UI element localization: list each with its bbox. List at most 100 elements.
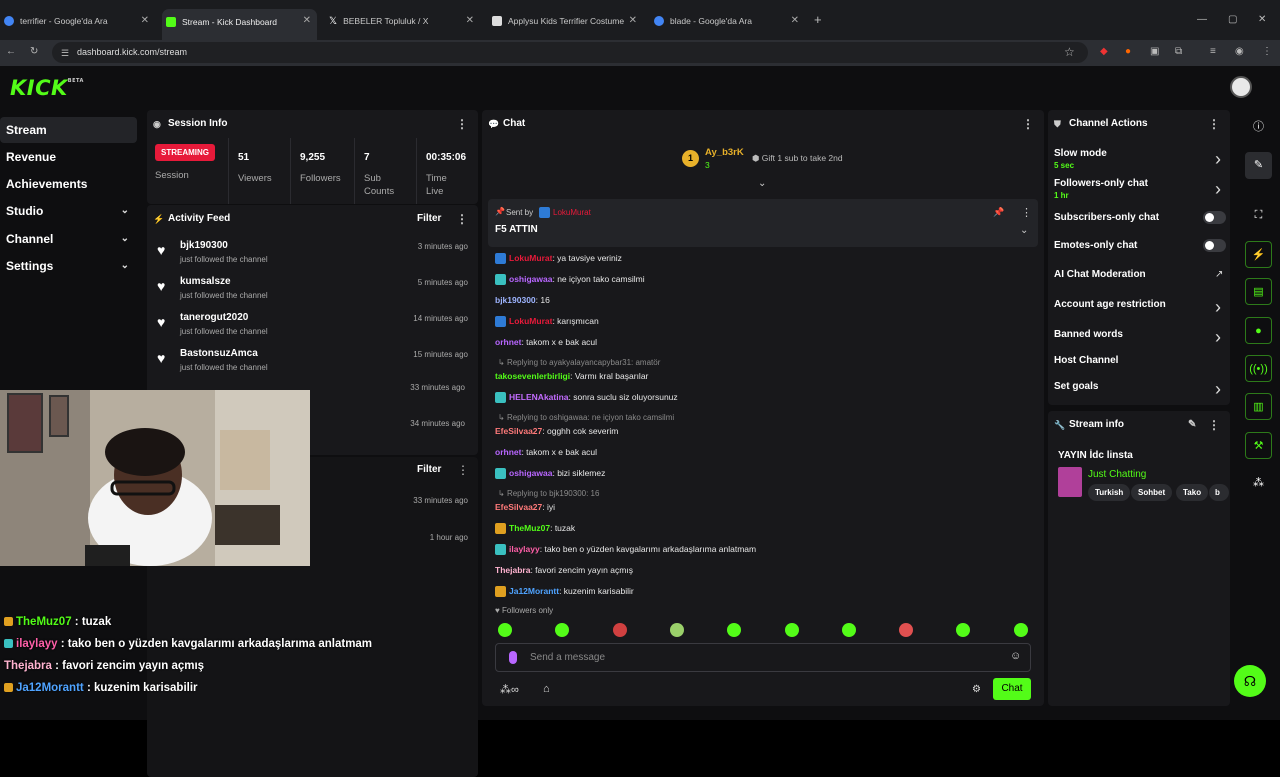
chat-bubble-icon[interactable]: ● [1245, 317, 1272, 344]
people-icon[interactable]: ⁂ [1245, 470, 1272, 497]
pinned-user[interactable]: LokuMurat [553, 208, 591, 217]
channel-action-item[interactable]: Host Channel [1054, 355, 1118, 366]
bookmark-star-icon[interactable]: ☆ [1064, 46, 1075, 58]
channel-action-item[interactable]: Slow mode 5 sec [1054, 148, 1107, 170]
chat-username[interactable]: EfeSilvaa27 [495, 426, 542, 436]
nav-revenue[interactable]: Revenue [0, 144, 137, 170]
lightning-icon[interactable]: ⚡ [1245, 241, 1272, 268]
filter-button[interactable]: Filter [417, 464, 441, 475]
chat-message[interactable]: Ja12Morantt: kuzenim karisabilir [495, 586, 634, 598]
info-icon[interactable]: ⓘ [1245, 114, 1272, 141]
extensions-puzzle-icon[interactable]: ⧉ [1175, 46, 1182, 58]
activity-item[interactable]: ♥ BastonsuzAmca just followed the channel 1… [155, 346, 471, 380]
chat-username[interactable]: orhnet [495, 447, 521, 457]
menu-icon[interactable]: ⋮ [1262, 46, 1272, 58]
more-options-icon[interactable]: ⋮ [1208, 110, 1220, 138]
store-icon[interactable]: ⌂ [543, 683, 550, 695]
broadcast-icon[interactable]: ((•)) [1245, 355, 1272, 382]
close-tab-icon[interactable]: ✕ [629, 15, 637, 26]
chat-message[interactable]: LokuMurat: ya tavsiye veriniz [495, 253, 622, 265]
chat-message[interactable]: bjk190300: 16 [495, 295, 550, 305]
external-link-icon[interactable]: ↗ [1215, 269, 1223, 280]
emote-icon[interactable] [784, 623, 799, 637]
close-tab-icon[interactable]: ✕ [303, 15, 311, 26]
extension-icon[interactable]: ● [1125, 46, 1131, 58]
emote-icon[interactable] [669, 623, 684, 637]
nav-settings[interactable]: Settings ⌄ [0, 253, 137, 279]
gifter-name[interactable]: Ay_b3rK [705, 147, 744, 158]
browser-tab[interactable]: Applysu Kids Terrifier Costume ✕ [488, 9, 643, 33]
media-icon[interactable]: ≡ [1210, 46, 1216, 58]
chat-message[interactable]: Thejabra: favori zencim yayın açmış [495, 565, 633, 575]
emote-icon[interactable] [1013, 623, 1028, 637]
emote-icon[interactable] [498, 623, 512, 637]
chat-message[interactable]: orhnet: takom x e bak acul [495, 447, 597, 457]
send-chat-button[interactable]: Chat [993, 678, 1031, 700]
extension-icon[interactable]: ▣ [1150, 46, 1159, 58]
chevron-right-icon[interactable]: › [1215, 327, 1221, 348]
chat-message[interactable]: TheMuz07: tuzak [495, 523, 575, 535]
chat-username[interactable]: HELENAkatina [509, 392, 569, 402]
site-info-icon[interactable]: ☰ [61, 47, 69, 59]
profile-icon[interactable]: ◉ [1235, 46, 1244, 58]
chat-username[interactable]: LokuMurat [509, 316, 552, 326]
filter-button[interactable]: Filter [417, 205, 441, 233]
layout-icon[interactable]: ▥ [1245, 393, 1272, 420]
maximize-icon[interactable]: ▢ [1228, 14, 1237, 26]
edit-pencil-icon[interactable]: ✎ [1245, 152, 1272, 179]
chat-username[interactable]: orhnet [495, 337, 521, 347]
chat-username[interactable]: oshigawaa [509, 468, 552, 478]
browser-tab[interactable]: blade - Google'da Ara ✕ [650, 9, 805, 33]
chat-message[interactable]: ilaylayy: tako ben o yüzden kavgalarımı … [495, 544, 756, 556]
fullscreen-icon[interactable]: ⛶ [1245, 202, 1272, 229]
people-icon[interactable]: ⁂∞ [500, 683, 519, 696]
chat-username[interactable]: EfeSilvaa27 [495, 502, 542, 512]
stream-tag[interactable]: Sohbet [1131, 484, 1173, 501]
chat-username[interactable]: TheMuz07 [509, 523, 550, 533]
activity-user[interactable]: kumsalsze [180, 276, 231, 287]
chat-input[interactable]: Send a message ☺ [495, 643, 1031, 672]
browser-tab[interactable]: 𝕏 BEBELER Topluluk / X ✕ [325, 9, 480, 33]
chevron-right-icon[interactable]: › [1215, 149, 1221, 170]
stream-category[interactable]: Just Chatting [1088, 469, 1146, 480]
activity-item[interactable]: ♥ kumsalsze just followed the channel 5 min… [155, 274, 471, 308]
minimize-icon[interactable]: — [1197, 14, 1207, 26]
document-icon[interactable]: ▤ [1245, 278, 1272, 305]
microphone-icon[interactable] [509, 651, 517, 664]
nav-studio[interactable]: Studio ⌄ [0, 198, 137, 224]
chat-message[interactable]: EfeSilvaa27: ogghh cok severim [495, 426, 618, 436]
channel-action-item[interactable]: Account age restriction [1054, 299, 1166, 310]
close-tab-icon[interactable]: ✕ [791, 15, 799, 26]
emote-icon[interactable] [612, 623, 627, 637]
browser-tab[interactable]: terrifier - Google'da Ara ✕ [0, 9, 155, 33]
chat-message[interactable]: oshigawaa: ne içiyon tako camsilmi [495, 274, 645, 286]
toggle-switch[interactable] [1203, 211, 1226, 224]
reload-icon[interactable]: ↻ [30, 46, 38, 58]
more-options-icon[interactable]: ⋮ [456, 110, 468, 138]
close-window-icon[interactable]: ✕ [1258, 14, 1266, 26]
chevron-right-icon[interactable]: › [1215, 379, 1221, 400]
channel-action-item[interactable]: Set goals [1054, 381, 1098, 392]
nav-achievements[interactable]: Achievements [0, 171, 137, 197]
chat-message[interactable]: takosevenlerbirligi: Varmı kral başarıla… [495, 371, 648, 381]
more-options-icon[interactable]: ⋮ [1208, 411, 1220, 439]
pinned-message[interactable]: 📌 Sent by LokuMurat F5 ATTIN 📌 ⋮ ⌄ [488, 199, 1038, 247]
channel-action-item[interactable]: Subscribers-only chat [1054, 212, 1159, 223]
channel-action-item[interactable]: Followers-only chat 1 hr [1054, 178, 1148, 200]
activity-user[interactable]: bjk190300 [180, 240, 228, 251]
chevron-down-icon[interactable]: ⌄ [758, 178, 766, 189]
user-avatar[interactable] [1230, 76, 1252, 98]
chat-message[interactable]: orhnet: takom x e bak acul [495, 337, 597, 347]
chat-message[interactable]: HELENAkatina: sonra suclu siz oluyorsunu… [495, 392, 678, 404]
channel-action-item[interactable]: AI Chat Moderation [1054, 269, 1146, 280]
chevron-right-icon[interactable]: › [1215, 179, 1221, 200]
stream-tag[interactable]: b [1209, 484, 1229, 501]
back-icon[interactable]: ← [6, 46, 16, 58]
extension-icon[interactable]: ◆ [1100, 46, 1108, 58]
chat-message[interactable]: LokuMurat: karışmıcan [495, 316, 599, 328]
chevron-right-icon[interactable]: › [1215, 297, 1221, 318]
chat-username[interactable]: Thejabra [495, 565, 530, 575]
edit-pencil-icon[interactable]: ✎ [1188, 411, 1196, 439]
chevron-down-icon[interactable]: ⌄ [1020, 225, 1028, 236]
emote-icon[interactable] [899, 623, 914, 637]
